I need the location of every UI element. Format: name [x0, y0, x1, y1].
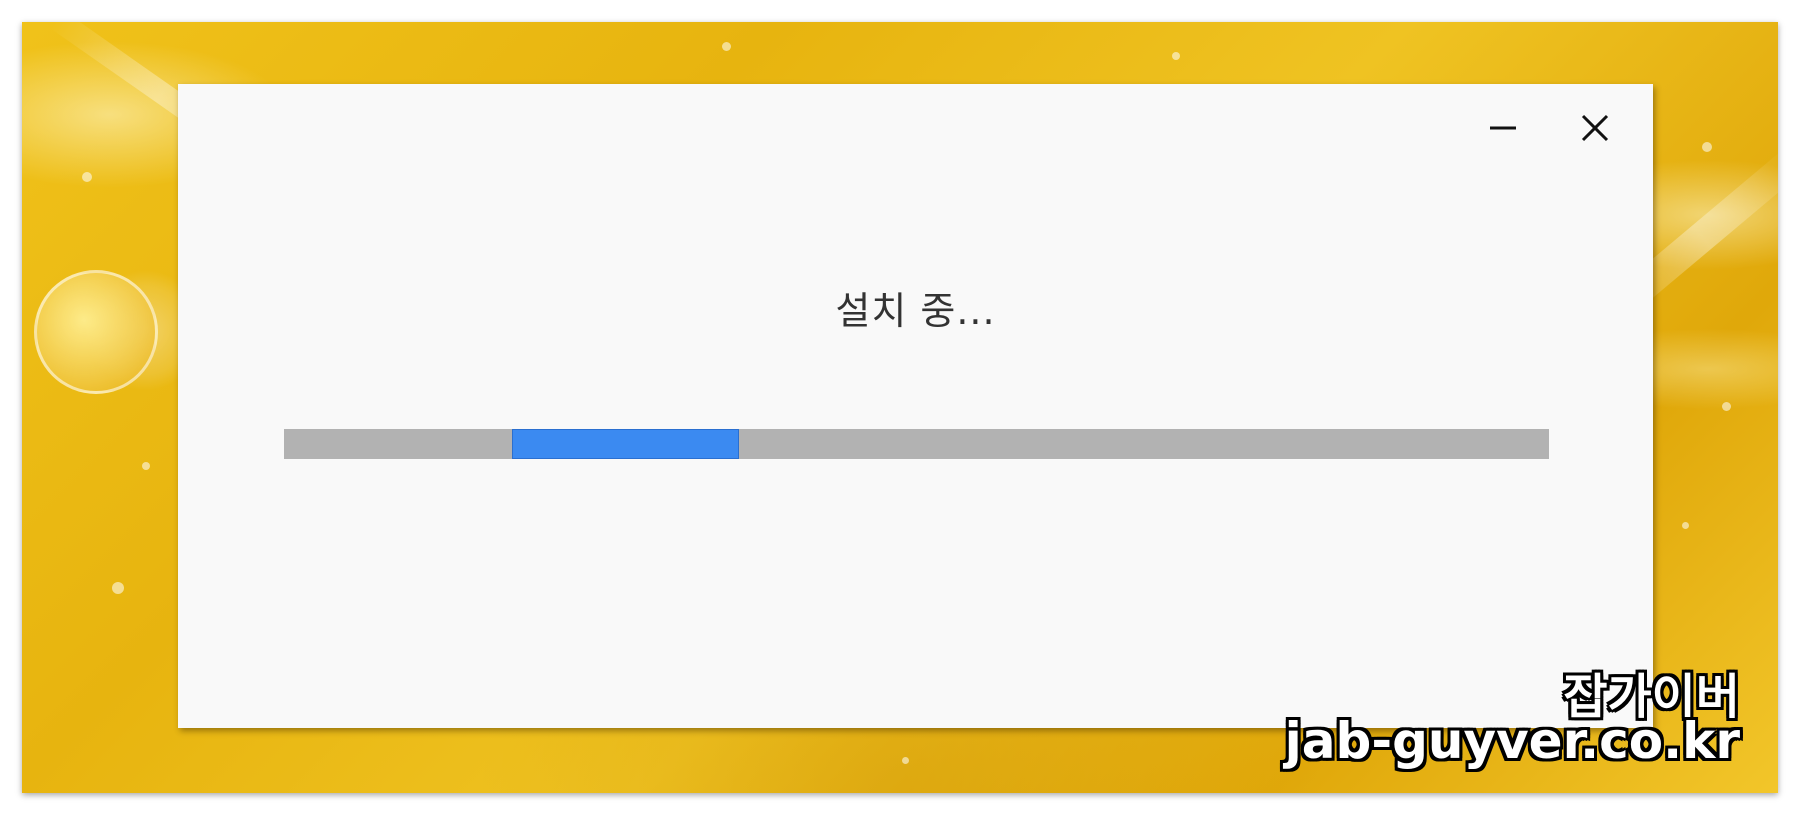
lemon-bubble-decoration [34, 270, 158, 394]
installer-dialog: 설치 중... [178, 84, 1653, 728]
watermark-url: jab-guyver.co.kr [1284, 712, 1740, 770]
bubble-decoration [1172, 52, 1180, 60]
bubble-decoration [1702, 142, 1712, 152]
close-button[interactable] [1572, 105, 1618, 151]
bubble-decoration [82, 172, 92, 182]
install-progress-indicator [511, 429, 740, 459]
bubble-decoration [1682, 522, 1689, 529]
minimize-button[interactable] [1480, 105, 1526, 151]
close-icon [1581, 114, 1609, 142]
bubble-decoration [112, 582, 124, 594]
minimize-icon [1490, 126, 1516, 130]
install-progress-bar [284, 429, 1549, 459]
bubble-decoration [1722, 402, 1731, 411]
install-status-text: 설치 중... [835, 289, 996, 333]
bubble-decoration [902, 757, 909, 764]
bubble-decoration [722, 42, 731, 51]
bubble-decoration [142, 462, 150, 470]
